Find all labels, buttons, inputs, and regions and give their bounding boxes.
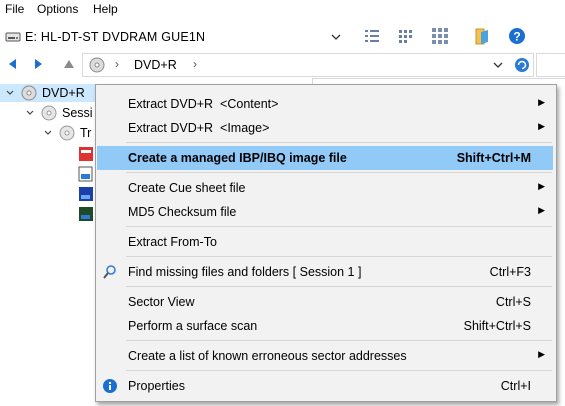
menu-separator bbox=[126, 172, 552, 173]
menu-item-label: Extract DVD+R <Image> bbox=[128, 121, 270, 135]
tree-session-label: Sessi bbox=[62, 106, 93, 120]
drive-icon bbox=[5, 32, 21, 42]
menu-item-shortcut: Shift+Ctrl+S bbox=[463, 319, 531, 333]
menu-separator bbox=[126, 286, 552, 287]
menu-item-label: Extract DVD+R <Content> bbox=[128, 97, 279, 111]
menu-file[interactable]: File bbox=[5, 2, 24, 16]
menu-item-label: Sector View bbox=[128, 295, 195, 309]
svg-text:?: ? bbox=[513, 30, 520, 44]
menu-item-label: Extract From-To bbox=[128, 235, 217, 249]
folder-icon[interactable] bbox=[472, 26, 492, 46]
context-menu: Extract DVD+R <Content> ▶ Extract DVD+R … bbox=[95, 84, 557, 402]
tree-item-session[interactable]: Sessi bbox=[22, 104, 102, 122]
menu-separator bbox=[126, 370, 552, 371]
menu-item-create-ibp-image[interactable]: Create a managed IBP/IBQ image file Shif… bbox=[97, 146, 553, 170]
menu-separator bbox=[126, 340, 552, 341]
submenu-arrow-icon: ▶ bbox=[538, 121, 545, 131]
up-arrow-icon[interactable] bbox=[62, 57, 76, 71]
tree-item-track[interactable]: Tr bbox=[40, 124, 100, 142]
menu-item-label: Create a managed IBP/IBQ image file bbox=[128, 151, 347, 165]
menu-item-erroneous-sectors[interactable]: Create a list of known erroneous sector … bbox=[97, 344, 553, 368]
menu-item-md5-checksum[interactable]: MD5 Checksum file ▶ bbox=[97, 200, 553, 224]
menu-help[interactable]: Help bbox=[93, 2, 118, 16]
menu-item-label: Properties bbox=[128, 379, 185, 393]
menu-item-sector-view[interactable]: Sector View Ctrl+S bbox=[97, 290, 553, 314]
menu-bar: File Options Help bbox=[0, 0, 565, 20]
menu-separator bbox=[126, 142, 552, 143]
back-arrow-icon[interactable] bbox=[6, 57, 20, 71]
menu-item-find-missing[interactable]: Find missing files and folders [ Session… bbox=[97, 260, 553, 284]
disc-icon bbox=[21, 85, 37, 101]
refresh-icon[interactable] bbox=[514, 57, 530, 73]
menu-item-shortcut: Ctrl+F3 bbox=[489, 265, 531, 279]
submenu-arrow-icon: ▶ bbox=[538, 97, 545, 107]
menu-item-label: Perform a surface scan bbox=[128, 319, 258, 333]
submenu-arrow-icon: ▶ bbox=[538, 349, 545, 359]
tree-track-label: Tr bbox=[80, 126, 92, 140]
menu-item-extract-from-to[interactable]: Extract From-To bbox=[97, 230, 553, 254]
track-icon bbox=[59, 125, 75, 141]
forward-arrow-icon[interactable] bbox=[31, 57, 45, 71]
menu-item-extract-image[interactable]: Extract DVD+R <Image> ▶ bbox=[97, 116, 553, 140]
address-bar[interactable]: › DVD+R › bbox=[82, 53, 534, 77]
script-file-icon[interactable] bbox=[78, 186, 94, 202]
menu-item-create-cue-sheet[interactable]: Create Cue sheet file ▶ bbox=[97, 176, 553, 200]
menu-item-label: Find missing files and folders [ Session… bbox=[128, 265, 362, 279]
details-view-icon[interactable] bbox=[362, 26, 382, 46]
tree-expand-icon[interactable] bbox=[44, 129, 52, 137]
tree-item-root[interactable]: DVD+R bbox=[0, 84, 100, 102]
tree-root-label: DVD+R bbox=[42, 86, 85, 100]
disc-icon bbox=[89, 57, 105, 73]
breadcrumb-path[interactable]: DVD+R bbox=[134, 58, 177, 72]
address-dropdown-icon[interactable] bbox=[493, 61, 503, 69]
menu-item-extract-content[interactable]: Extract DVD+R <Content> ▶ bbox=[97, 92, 553, 116]
submenu-arrow-icon: ▶ bbox=[538, 205, 545, 215]
document-file-icon[interactable] bbox=[78, 166, 94, 182]
drive-label: E: HL-DT-ST DVDRAM GUE1N bbox=[25, 30, 206, 44]
help-icon[interactable]: ? bbox=[507, 26, 527, 46]
chevron-down-icon[interactable] bbox=[331, 33, 341, 41]
menu-item-surface-scan[interactable]: Perform a surface scan Shift+Ctrl+S bbox=[97, 314, 553, 338]
menu-item-shortcut: Ctrl+S bbox=[495, 295, 531, 309]
info-icon bbox=[103, 379, 117, 393]
menu-item-label: Create a list of known erroneous sector … bbox=[128, 349, 407, 363]
submenu-arrow-icon: ▶ bbox=[538, 181, 545, 191]
menu-item-shortcut: Shift+Ctrl+M bbox=[456, 151, 531, 165]
search-box[interactable] bbox=[536, 53, 565, 77]
ibp-file-icon[interactable] bbox=[78, 146, 94, 162]
breadcrumb-separator: › bbox=[115, 57, 119, 71]
tree-expand-icon[interactable] bbox=[6, 89, 14, 97]
search-icon bbox=[103, 265, 116, 279]
menu-item-properties[interactable]: Properties Ctrl+I bbox=[97, 374, 553, 398]
grid-view-icon[interactable] bbox=[430, 26, 450, 46]
breadcrumb-separator-2: › bbox=[193, 57, 197, 71]
list-view-icon[interactable] bbox=[396, 26, 416, 46]
menu-item-label: MD5 Checksum file bbox=[128, 205, 237, 219]
menu-separator bbox=[126, 226, 552, 227]
menu-item-shortcut: Ctrl+I bbox=[500, 379, 531, 393]
menu-options[interactable]: Options bbox=[37, 2, 78, 16]
terminal-file-icon[interactable] bbox=[78, 206, 94, 222]
session-icon bbox=[41, 105, 57, 121]
menu-item-label: Create Cue sheet file bbox=[128, 181, 246, 195]
tree-expand-icon[interactable] bbox=[26, 109, 34, 117]
drive-select[interactable]: E: HL-DT-ST DVDRAM GUE1N bbox=[2, 25, 344, 49]
menu-separator bbox=[126, 256, 552, 257]
